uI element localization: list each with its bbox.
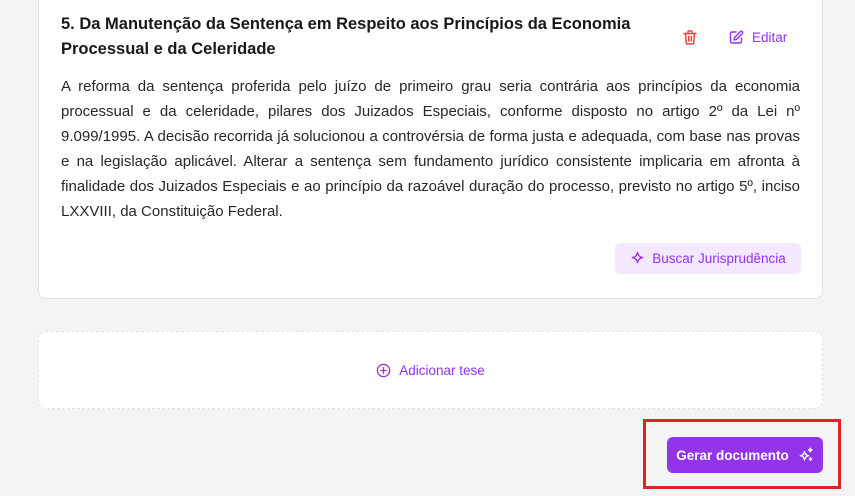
search-jurisprudence-label: Buscar Jurisprudência — [652, 251, 786, 266]
delete-button[interactable] — [680, 27, 700, 47]
trash-icon — [683, 29, 697, 45]
edit-label: Editar — [752, 29, 788, 45]
search-jurisprudence-button[interactable]: Buscar Jurisprudência — [615, 243, 801, 274]
thesis-title: 5. Da Manutenção da Sentença em Respeito… — [61, 15, 631, 58]
pencil-square-icon — [729, 30, 744, 45]
add-thesis-button[interactable]: Adicionar tese — [38, 331, 823, 409]
generate-document-button[interactable]: Gerar documento — [667, 437, 823, 473]
sparkles-icon — [798, 447, 814, 463]
edit-button[interactable]: Editar — [729, 27, 787, 47]
add-thesis-label: Adicionar tese — [399, 362, 485, 378]
thesis-body: A reforma da sentença proferida pelo juí… — [61, 78, 800, 220]
page: 5. Da Manutenção da Sentença em Respeito… — [0, 0, 855, 496]
plus-circle-icon — [376, 363, 391, 378]
thesis-card: 5. Da Manutenção da Sentença em Respeito… — [38, 0, 823, 299]
generate-document-label: Gerar documento — [676, 447, 789, 463]
sparkle-icon — [630, 251, 645, 266]
